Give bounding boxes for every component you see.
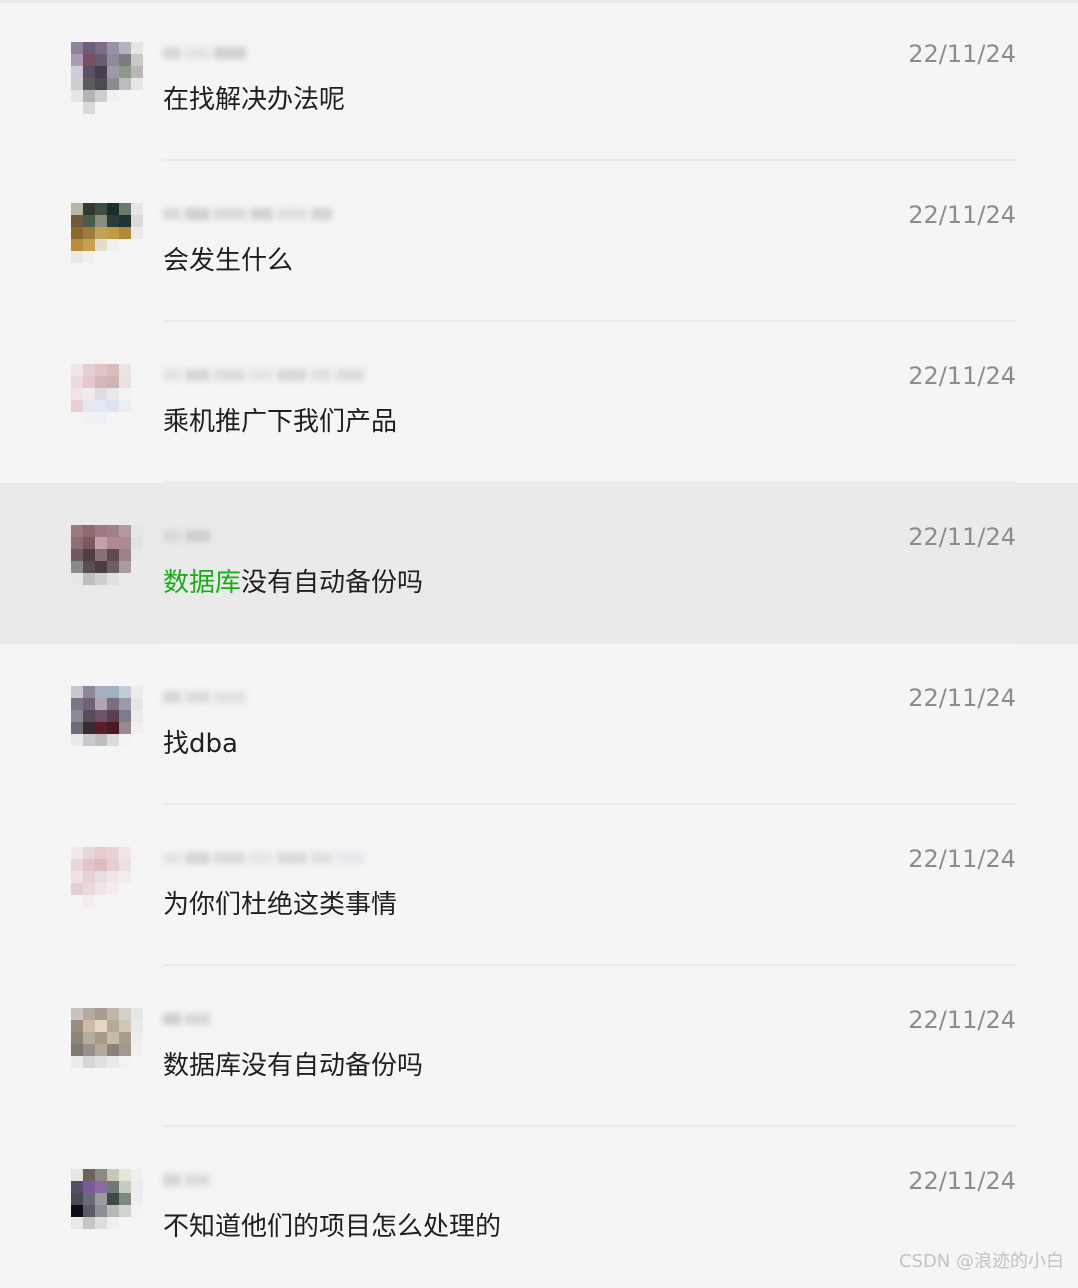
avatar	[71, 686, 143, 758]
message-date: 22/11/24	[908, 40, 1016, 68]
avatar	[71, 42, 143, 114]
message-preview: 找dba	[163, 729, 238, 759]
message-preview: 不知道他们的项目怎么处理的	[163, 1212, 502, 1242]
message-date: 22/11/24	[908, 845, 1016, 873]
chat-result-item[interactable]: 在找解决办法呢 22/11/24	[0, 0, 1078, 161]
sender-name-blurred	[163, 847, 368, 873]
chat-result-item[interactable]: 为你们杜绝这类事情 22/11/24	[0, 805, 1078, 966]
sender-name-blurred	[163, 42, 250, 68]
chat-result-item[interactable]: 数据库没有自动备份吗 22/11/24	[0, 966, 1078, 1127]
chat-result-item[interactable]: 乘机推广下我们产品 22/11/24	[0, 322, 1078, 483]
sender-name-blurred	[163, 364, 368, 390]
message-preview: 数据库没有自动备份吗	[163, 1051, 424, 1081]
watermark: CSDN @浪迹的小白	[898, 1251, 1064, 1272]
sender-name-blurred	[163, 203, 336, 229]
avatar	[71, 525, 143, 597]
message-preview: 乘机推广下我们产品	[163, 407, 398, 437]
chat-result-item[interactable]: 数据库没有自动备份吗 22/11/24	[0, 483, 1078, 644]
message-date: 22/11/24	[908, 523, 1016, 551]
message-date: 22/11/24	[908, 684, 1016, 712]
chat-result-item[interactable]: 找dba 22/11/24	[0, 644, 1078, 805]
message-date: 22/11/24	[908, 201, 1016, 229]
avatar	[71, 364, 143, 436]
search-highlight: 数据库	[163, 568, 242, 598]
message-preview: 为你们杜绝这类事情	[163, 890, 398, 920]
chat-result-item[interactable]: 会发生什么 22/11/24	[0, 161, 1078, 322]
sender-name-blurred	[163, 1008, 214, 1034]
message-preview: 数据库没有自动备份吗	[163, 565, 423, 601]
avatar	[71, 847, 143, 919]
sender-name-blurred	[163, 686, 250, 712]
avatar	[71, 1008, 143, 1080]
message-date: 22/11/24	[908, 1006, 1016, 1034]
sender-name-blurred	[163, 1169, 214, 1195]
message-preview-rest: 没有自动备份吗	[241, 568, 424, 598]
sender-name-blurred	[163, 525, 214, 551]
message-preview: 在找解决办法呢	[163, 85, 346, 115]
message-preview: 会发生什么	[163, 246, 294, 276]
message-date: 22/11/24	[908, 362, 1016, 390]
avatar	[71, 1169, 143, 1241]
avatar	[71, 203, 143, 275]
message-date: 22/11/24	[908, 1167, 1016, 1195]
